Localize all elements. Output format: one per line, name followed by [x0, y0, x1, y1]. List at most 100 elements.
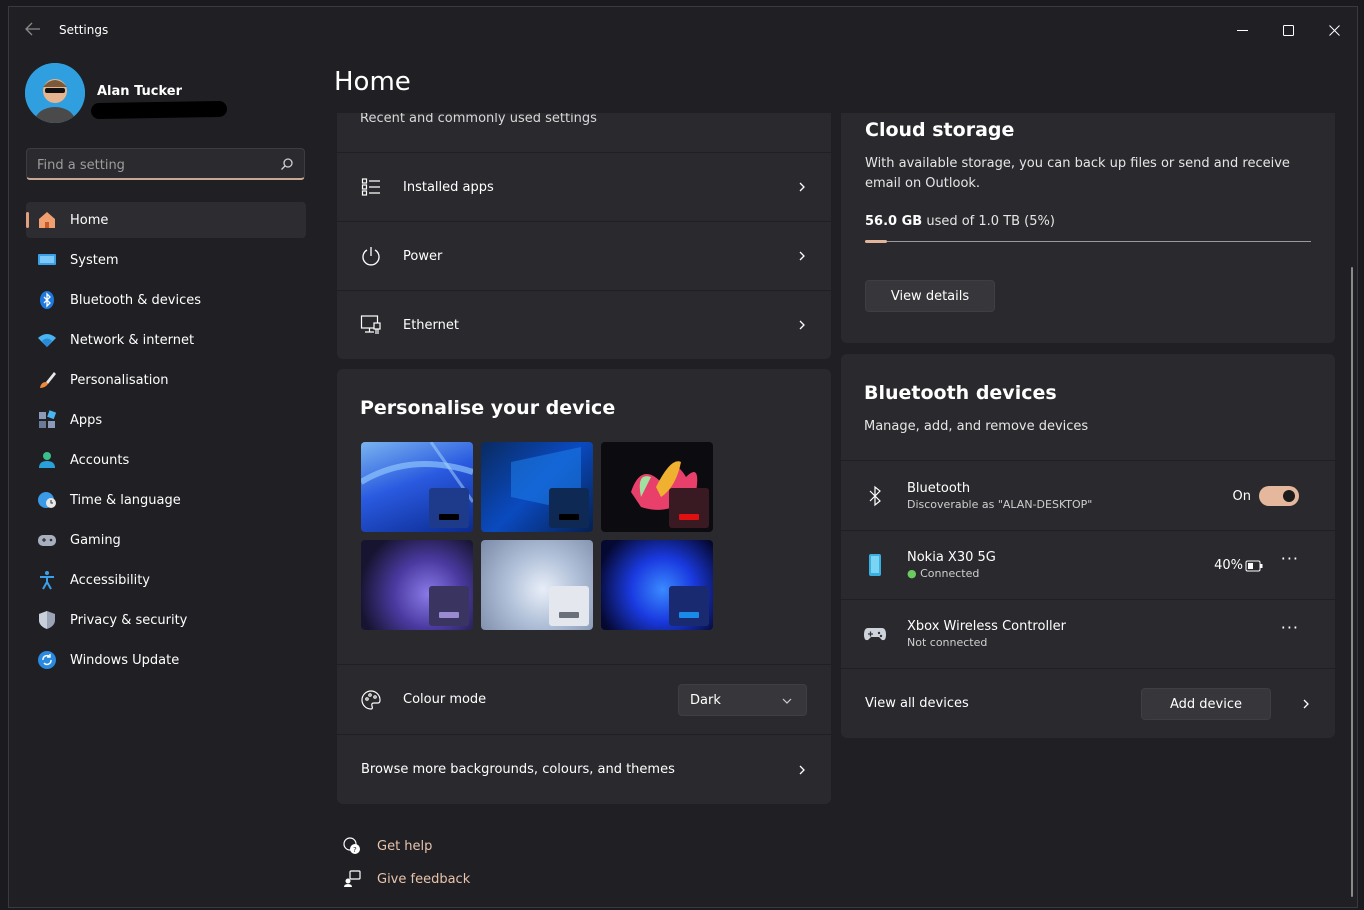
gamepad-icon	[36, 529, 58, 551]
search-icon[interactable]	[280, 157, 294, 171]
device-name: Xbox Wireless Controller	[907, 619, 1067, 634]
sidebar-item-label: Accounts	[70, 452, 130, 468]
minimize-icon[interactable]	[1219, 15, 1265, 45]
chevron-right-icon	[799, 251, 805, 261]
theme-thumbnail[interactable]	[481, 442, 593, 532]
apps-icon	[36, 409, 58, 431]
svg-text:?: ?	[353, 846, 357, 854]
accessibility-icon	[36, 569, 58, 591]
sidebar-item-gaming[interactable]: Gaming	[26, 522, 306, 558]
bluetooth-toggle-label: Bluetooth	[907, 481, 971, 496]
recommended-item-installed-apps[interactable]: Installed apps	[337, 152, 831, 221]
sidebar-item-home[interactable]: Home	[26, 202, 306, 238]
browse-themes-row[interactable]: Browse more backgrounds, colours, and th…	[337, 734, 831, 804]
view-details-button[interactable]: View details	[865, 280, 995, 312]
bluetooth-description: Manage, add, and remove devices	[864, 419, 1089, 434]
accounts-icon	[36, 449, 58, 471]
recommended-item-label: Ethernet	[403, 317, 459, 333]
chevron-right-icon[interactable]	[1301, 699, 1311, 709]
more-options-button[interactable]: ···	[1281, 549, 1299, 568]
device-text: Nokia X30 5G ● Connected	[907, 550, 996, 580]
view-all-devices-link[interactable]: View all devices	[865, 696, 969, 711]
theme-thumbnail[interactable]	[601, 442, 713, 532]
palette-icon	[359, 688, 383, 712]
cloud-title: Cloud storage	[865, 119, 1015, 141]
feedback-icon	[344, 870, 361, 887]
sidebar-item-apps[interactable]: Apps	[26, 402, 306, 438]
title-bar: Settings	[9, 7, 1357, 53]
sidebar-item-label: Network & internet	[70, 332, 195, 348]
back-arrow-icon[interactable]	[25, 22, 45, 40]
connected-dot-icon: ●	[907, 567, 917, 580]
avatar	[25, 63, 85, 123]
device-name: Nokia X30 5G	[907, 550, 996, 565]
globe-clock-icon	[36, 489, 58, 511]
chevron-right-icon	[799, 182, 805, 192]
search-box[interactable]	[26, 148, 305, 180]
colour-mode-dropdown[interactable]: Dark	[678, 684, 807, 716]
sidebar-item-system[interactable]: System	[26, 242, 306, 278]
sidebar-item-bluetooth[interactable]: Bluetooth & devices	[26, 282, 306, 318]
recommended-item-power[interactable]: Power	[337, 221, 831, 290]
personalise-title: Personalise your device	[360, 397, 616, 419]
colour-mode-label: Colour mode	[403, 692, 487, 707]
installed-apps-icon	[359, 175, 383, 199]
add-device-button[interactable]: Add device	[1141, 688, 1271, 720]
bluetooth-toggle-state: On	[1232, 489, 1251, 504]
recommended-item-ethernet[interactable]: Ethernet	[337, 290, 831, 359]
chevron-right-icon	[799, 765, 805, 774]
bluetooth-toggle-row: Bluetooth Discoverable as "ALAN-DESKTOP"…	[841, 460, 1335, 530]
sidebar-item-time-language[interactable]: Time & language	[26, 482, 306, 518]
help-icon: ?	[343, 837, 360, 854]
bluetooth-icon	[36, 289, 58, 311]
bluetooth-toggle[interactable]	[1259, 486, 1299, 506]
close-icon[interactable]	[1311, 15, 1357, 45]
sidebar-item-personalisation[interactable]: Personalisation	[26, 362, 306, 398]
more-options-button[interactable]: ···	[1281, 618, 1299, 637]
user-profile[interactable]: Alan Tucker	[25, 63, 305, 125]
app-title: Settings	[59, 23, 109, 37]
shield-icon	[36, 609, 58, 631]
recommended-item-label: Installed apps	[403, 179, 494, 195]
cloud-description: With available storage, you can back up …	[865, 156, 1290, 191]
get-help-label: Get help	[377, 838, 433, 854]
theme-thumbnail[interactable]	[361, 442, 473, 532]
ethernet-icon	[359, 313, 383, 337]
bluetooth-devices-card: Bluetooth devices Manage, add, and remov…	[841, 354, 1335, 738]
theme-thumbnail[interactable]	[361, 540, 473, 630]
storage-usage: 56.0 GB used of 1.0 TB (5%)	[865, 214, 1055, 229]
sidebar-item-privacy[interactable]: Privacy & security	[26, 602, 306, 638]
theme-thumbnail[interactable]	[601, 540, 713, 630]
sidebar-item-label: Time & language	[70, 492, 181, 508]
device-row[interactable]: Xbox Wireless Controller Not connected ·…	[841, 599, 1335, 668]
give-feedback-label: Give feedback	[377, 871, 471, 887]
give-feedback-link[interactable]: Give feedback	[343, 870, 470, 888]
recommended-subtitle: Recent and commonly used settings	[360, 113, 597, 126]
device-status: Not connected	[907, 636, 988, 649]
recommended-settings-card: Recent and commonly used settings Instal…	[337, 113, 831, 359]
brush-icon	[36, 369, 58, 391]
storage-used-of: used of 1.0 TB (5%)	[926, 214, 1055, 229]
battery-icon	[1245, 560, 1263, 572]
sidebar-item-windows-update[interactable]: Windows Update	[26, 642, 306, 678]
theme-thumbnail[interactable]	[481, 540, 593, 630]
colour-mode-value: Dark	[690, 693, 721, 708]
controller-icon	[863, 622, 887, 646]
search-input[interactable]	[37, 155, 267, 175]
redacted-email	[90, 100, 228, 120]
sidebar-item-accessibility[interactable]: Accessibility	[26, 562, 306, 598]
sidebar-item-label: Apps	[70, 412, 103, 428]
storage-progress-track	[865, 241, 1311, 242]
maximize-icon[interactable]	[1265, 15, 1311, 45]
system-icon	[36, 249, 58, 271]
sidebar-item-label: System	[70, 252, 119, 268]
chevron-down-icon	[782, 698, 792, 704]
sidebar-item-network[interactable]: Network & internet	[26, 322, 306, 358]
home-icon	[36, 209, 58, 231]
settings-window: Settings Alan Tucker Find a setting Home…	[8, 6, 1358, 908]
get-help-link[interactable]: ? Get help	[343, 837, 432, 855]
sidebar-item-label: Privacy & security	[70, 612, 188, 628]
wifi-icon	[36, 329, 58, 351]
sidebar-item-accounts[interactable]: Accounts	[26, 442, 306, 478]
device-row[interactable]: Nokia X30 5G ● Connected 40% ···	[841, 530, 1335, 599]
